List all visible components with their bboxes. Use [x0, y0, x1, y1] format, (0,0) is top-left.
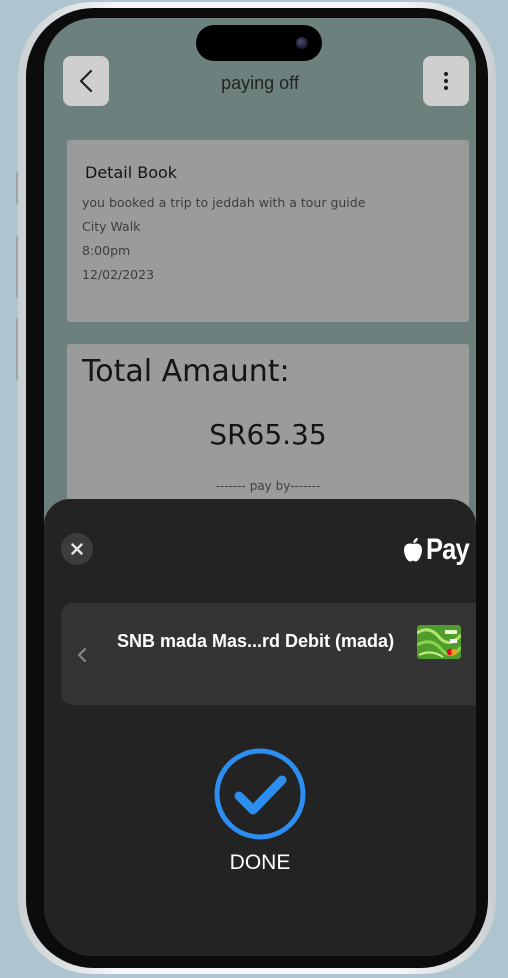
more-vertical-icon: [443, 71, 449, 91]
detail-date: 12/02/2023: [82, 267, 155, 282]
detail-location: City Walk: [82, 219, 141, 234]
detail-description: you booked a trip to jeddah with a tour …: [82, 195, 366, 210]
payment-card-selector[interactable]: SNB mada Mas...rd Debit (mada): [61, 603, 476, 705]
total-amount-value: SR65.35: [209, 418, 327, 451]
close-button[interactable]: [61, 533, 93, 565]
phone-screen: paying off Detail Book you booked a trip…: [44, 18, 476, 956]
card-thumbnail: [417, 625, 461, 659]
detail-time: 8:00pm: [82, 243, 131, 258]
apple-pay-sheet: Pay SNB mada Mas...rd Debit (mada) DONE: [44, 499, 476, 956]
chevron-left-icon: [78, 648, 86, 662]
close-icon: [71, 543, 83, 555]
card-name: SNB mada Mas...rd Debit (mada): [117, 631, 395, 651]
booking-detail-card: Detail Book you booked a trip to jeddah …: [67, 140, 469, 322]
dynamic-island: [196, 25, 322, 61]
more-options-button[interactable]: [423, 56, 469, 106]
apple-logo-icon: [403, 537, 422, 562]
apple-pay-logo: Pay: [402, 533, 476, 567]
detail-title: Detail Book: [85, 163, 178, 182]
total-label: Total Amaunt:: [82, 354, 290, 389]
apple-pay-text: Pay: [425, 533, 470, 566]
done-status: DONE: [44, 747, 476, 875]
done-label: DONE: [229, 851, 291, 874]
pay-by-label: ------- pay by-------: [215, 479, 321, 493]
camera-icon: [296, 37, 308, 49]
page-title: paying off: [221, 73, 299, 93]
checkmark-circle-icon: [214, 748, 306, 840]
